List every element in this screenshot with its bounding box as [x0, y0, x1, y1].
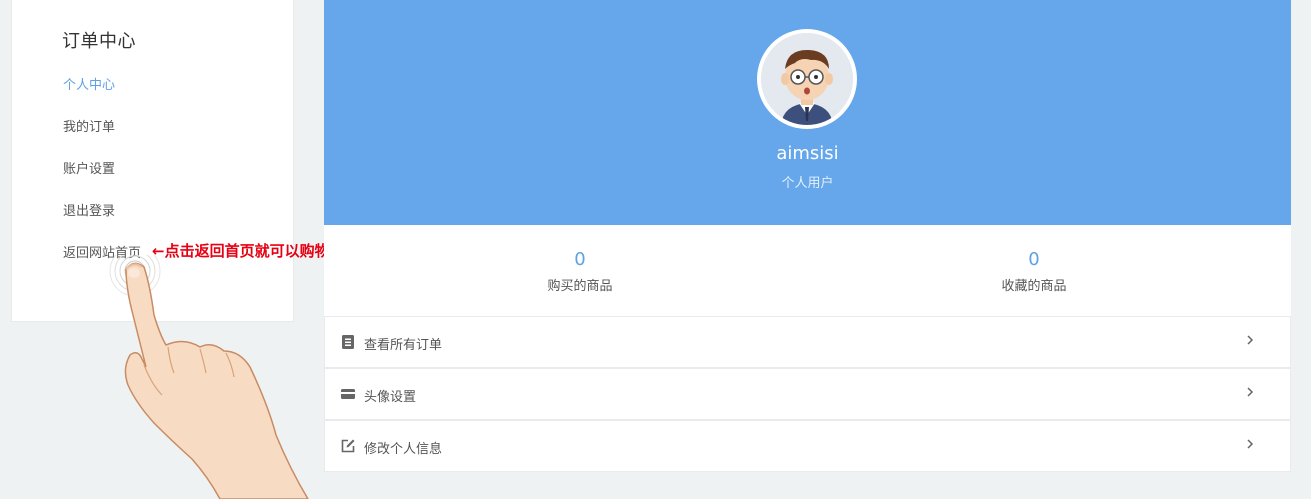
user-type: 个人用户: [781, 176, 834, 191]
profile-header: aimsisi 个人用户: [324, 0, 1291, 225]
sidebar-item-my-orders[interactable]: 我的订单: [63, 116, 115, 135]
sidebar-title: 订单中心: [62, 31, 136, 52]
stat-purchased-value: 0: [574, 249, 586, 270]
sidebar-item-logout[interactable]: 退出登录: [63, 200, 115, 219]
menu-edit-profile[interactable]: 修改个人信息: [324, 420, 1291, 472]
menu-label: 修改个人信息: [364, 442, 443, 457]
stat-favorites-value: 0: [1028, 249, 1040, 270]
menu-view-all-orders[interactable]: 查看所有订单: [324, 316, 1291, 368]
stats-panel: 0 购买的商品 0 收藏的商品: [324, 225, 1291, 316]
stat-purchased-label: 购买的商品: [547, 279, 613, 294]
edit-icon: [341, 439, 355, 453]
avatar[interactable]: [757, 29, 857, 129]
menu-label: 头像设置: [364, 390, 417, 405]
sidebar-item-account-settings[interactable]: 账户设置: [63, 158, 115, 177]
stat-purchased[interactable]: 0 购买的商品: [480, 249, 680, 294]
chevron-right-icon: [1247, 387, 1254, 397]
pointing-hand-icon: [109, 255, 309, 499]
username: aimsisi: [776, 143, 839, 164]
menu-label: 查看所有订单: [364, 338, 443, 353]
sidebar-item-personal-center[interactable]: 个人中心: [63, 74, 115, 93]
stat-favorites-label: 收藏的商品: [1001, 279, 1067, 294]
document-icon: [342, 335, 354, 349]
menu-avatar-settings[interactable]: 头像设置: [324, 368, 1291, 420]
chevron-right-icon: [1247, 439, 1254, 449]
credit-card-icon: [341, 389, 355, 399]
chevron-right-icon: [1247, 335, 1254, 345]
stat-favorites[interactable]: 0 收藏的商品: [934, 249, 1134, 294]
